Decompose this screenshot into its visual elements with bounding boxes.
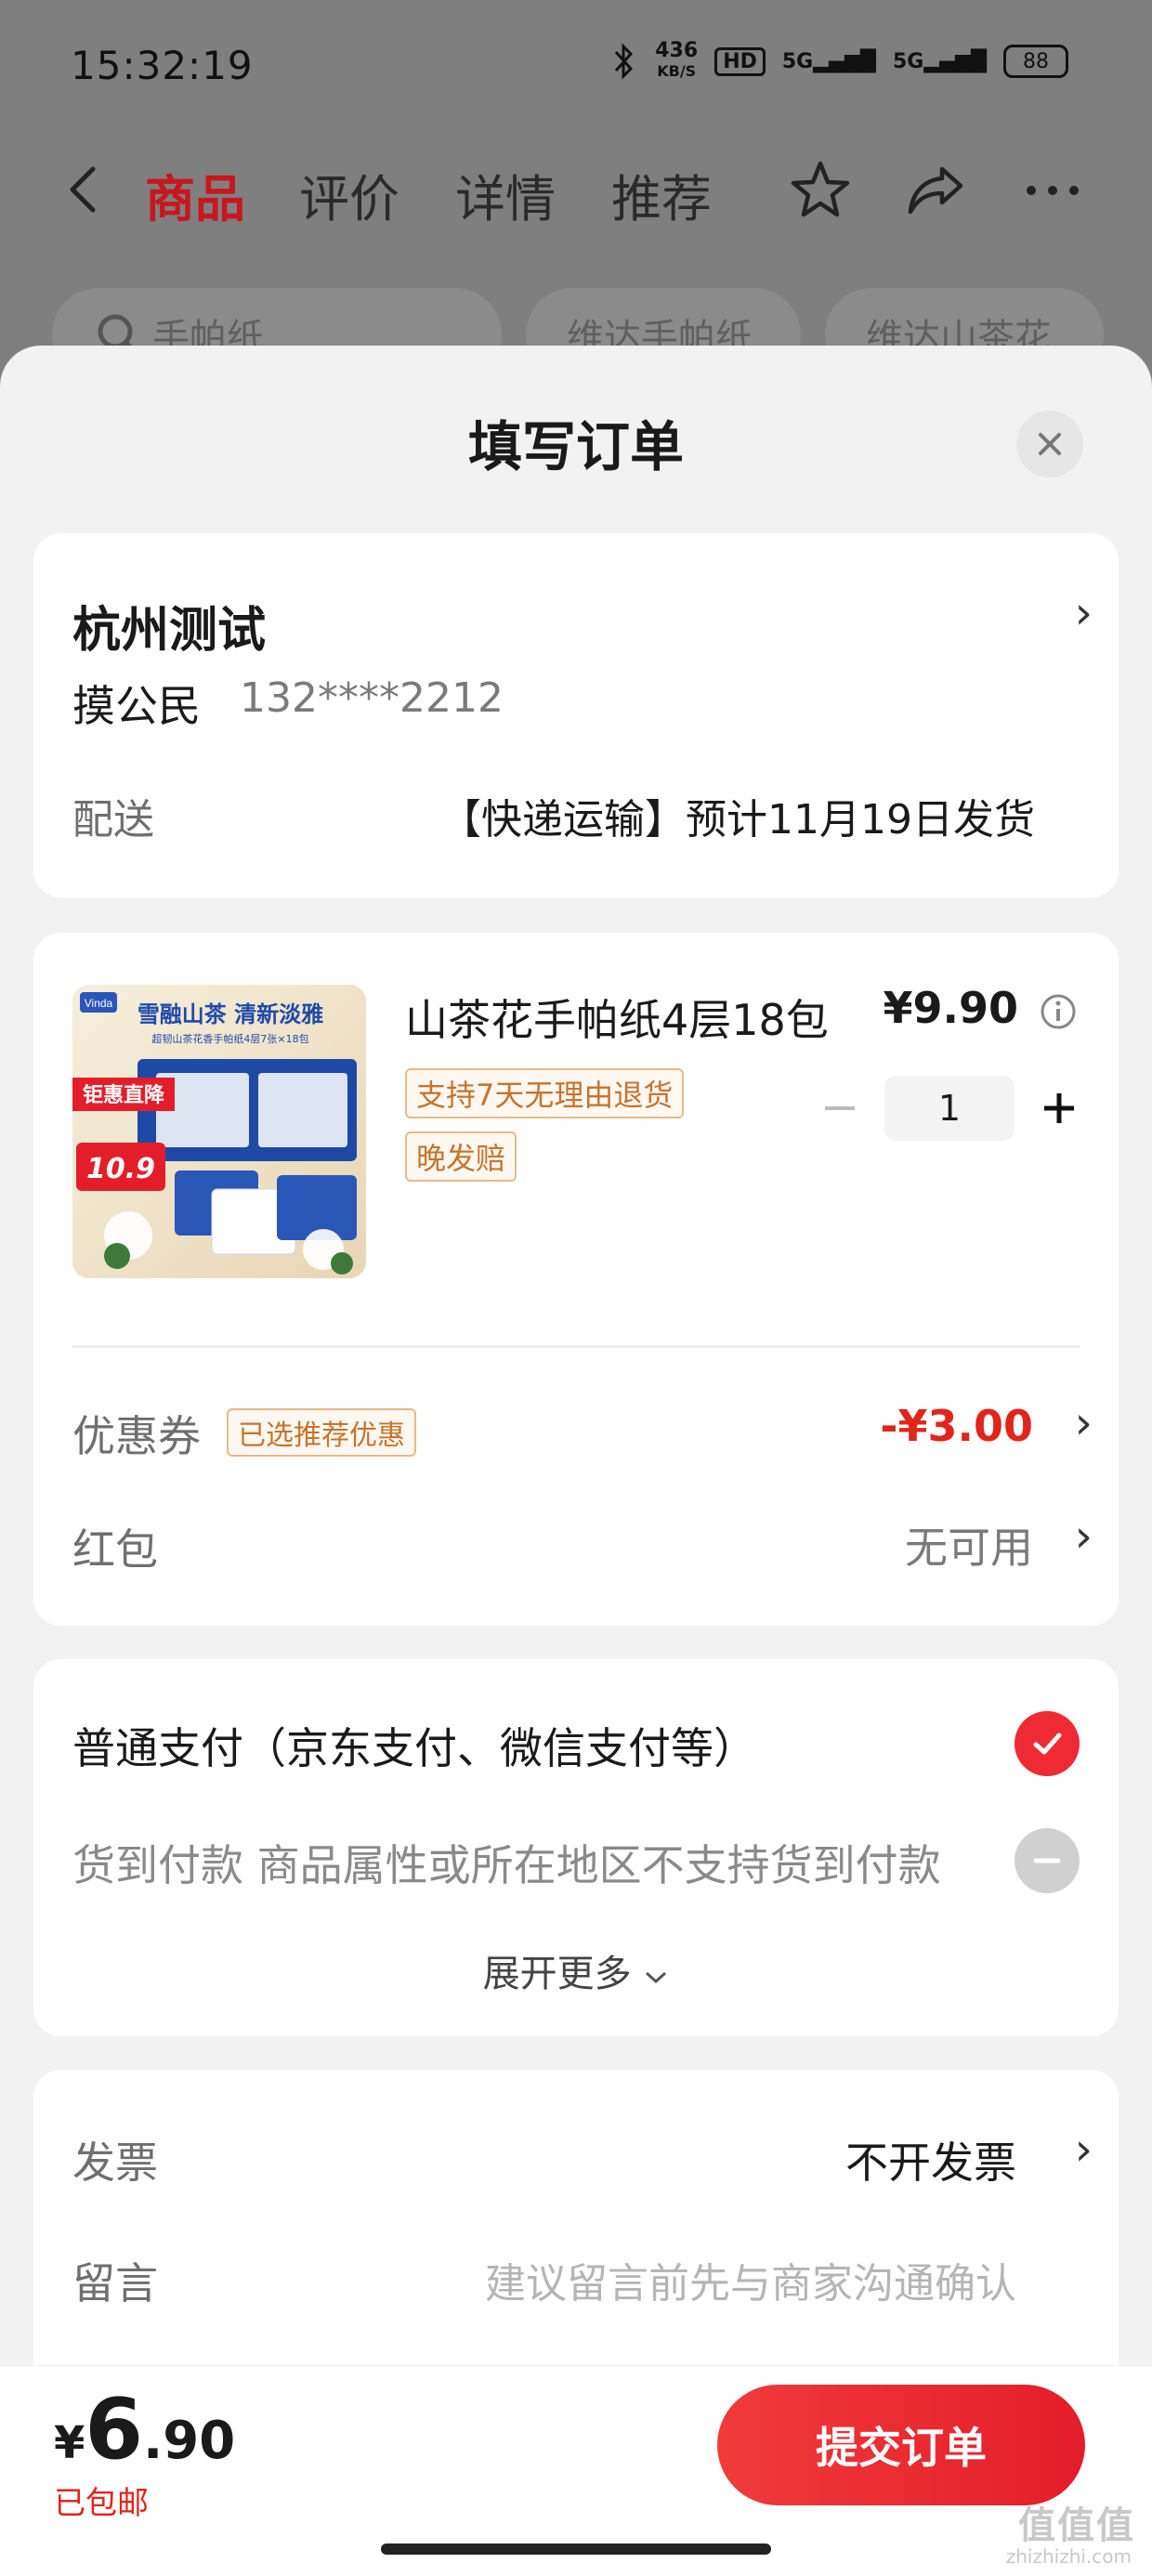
chevron-right-icon[interactable]: › (1075, 1510, 1093, 1563)
product-image[interactable]: Vinda 雪融山茶 清新淡雅 超韧山茶花香手帕纸4层7张×18包 钜惠直降 1… (72, 985, 366, 1278)
check-icon (1033, 1733, 1062, 1755)
submit-order-button[interactable]: 提交订单 (717, 2385, 1085, 2505)
chevron-down-icon (646, 1971, 667, 1984)
expand-more-button[interactable]: 展开更多 (33, 1943, 1119, 1997)
tab-recommend[interactable]: 推荐 (611, 158, 712, 231)
product-price: ¥9.90 (883, 983, 1018, 1033)
watermark: 值值值 (1018, 2504, 1135, 2547)
disabled-radio (1015, 1828, 1080, 1893)
invoice-label: 发票 (72, 2138, 158, 2188)
payment-option-cod: 货到付款 商品属性或所在地区不支持货到付款 (72, 1840, 941, 1890)
shipping-value[interactable]: 【快递运输】预计11月19日发货 (440, 786, 1035, 845)
product-card: Vinda 雪融山茶 清新淡雅 超韧山茶花香手帕纸4层7张×18包 钜惠直降 1… (33, 933, 1119, 1626)
bluetooth-icon (615, 43, 634, 80)
svg-text:钜惠直降: 钜惠直降 (83, 1083, 165, 1107)
redpacket-value[interactable]: 无可用 (905, 1514, 1033, 1576)
minus-icon[interactable] (821, 1090, 858, 1127)
payment-card: 普通支付（京东支付、微信支付等） 货到付款 商品属性或所在地区不支持货到付款 展… (33, 1659, 1119, 2036)
svg-text:10.9: 10.9 (86, 1153, 155, 1185)
order-sheet: 填写订单 杭州测试 › 摸公民 132****2212 配送 【快递运输】预计1… (0, 346, 1152, 2575)
recipient-phone: 132****2212 (240, 674, 504, 722)
late-delivery-tag: 晚发赔 (405, 1131, 517, 1182)
signal-icon: 5G▂▄▆█ (781, 49, 876, 73)
free-shipping-note: 已包邮 (54, 2485, 149, 2522)
network-speed: 436 KB/S (655, 39, 699, 81)
coupon-tag: 已选推荐优惠 (227, 1408, 416, 1457)
close-icon (1039, 433, 1061, 455)
recipient-name: 摸公民 (72, 681, 201, 731)
chevron-right-icon: › (1074, 587, 1093, 639)
quantity-field[interactable]: 1 (884, 1076, 1015, 1141)
product-image-art: Vinda 雪融山茶 清新淡雅 超韧山茶花香手帕纸4层7张×18包 钜惠直降 1… (72, 985, 366, 1278)
quantity-stepper: 1 (821, 1076, 1078, 1141)
invoice-value[interactable]: 不开发票 (845, 2129, 1016, 2190)
home-indicator[interactable] (381, 2543, 771, 2555)
share-icon[interactable] (901, 156, 970, 225)
battery-icon: 88 (1003, 45, 1068, 78)
back-arrow-icon[interactable] (58, 162, 113, 217)
tab-reviews[interactable]: 评价 (299, 158, 399, 231)
tab-details[interactable]: 详情 (455, 158, 556, 231)
more-icon[interactable] (1018, 156, 1087, 225)
divider (72, 1345, 1080, 1348)
info-icon[interactable] (1039, 992, 1078, 1031)
address-card[interactable]: 杭州测试 › 摸公民 132****2212 配送 【快递运输】预计11月19日… (33, 533, 1119, 897)
close-button[interactable] (1016, 411, 1083, 477)
sheet-title: 填写订单 (467, 415, 684, 478)
svg-text:超韧山茶花香手帕纸4层7张×18包: 超韧山茶花香手帕纸4层7张×18包 (151, 1032, 308, 1045)
signal-icon-2: 5G▂▄▆█ (892, 49, 987, 73)
coupon-label: 优惠券 (72, 1411, 201, 1461)
chevron-right-icon[interactable]: › (1075, 2124, 1093, 2176)
return-policy-tag: 支持7天无理由退货 (405, 1068, 685, 1118)
order-total: ¥6.90 (54, 2381, 236, 2478)
checked-radio[interactable] (1015, 1711, 1080, 1776)
shipping-label: 配送 (72, 796, 154, 843)
message-label: 留言 (72, 2258, 158, 2308)
minus-icon (1033, 1858, 1061, 1863)
plus-icon[interactable] (1041, 1090, 1078, 1127)
star-icon[interactable] (786, 156, 855, 225)
product-nav: 商品 评价 详情 推荐 (0, 139, 1152, 242)
coupon-value[interactable]: -¥3.00 (880, 1401, 1033, 1451)
chevron-right-icon[interactable]: › (1075, 1397, 1093, 1449)
address-name: 杭州测试 (72, 603, 267, 659)
watermark-url: zhizhizhi.com (1005, 2545, 1132, 2568)
redpacket-label: 红包 (72, 1524, 158, 1575)
payment-option-standard[interactable]: 普通支付（京东支付、微信支付等） (72, 1715, 756, 1776)
status-bar: 15:32:19 436 KB/S HD 5G▂▄▆█ 5G▂▄▆█ 88 (0, 0, 1152, 139)
svg-text:雪融山茶 清新淡雅: 雪融山茶 清新淡雅 (137, 1001, 323, 1027)
svg-text:Vinda: Vinda (85, 997, 113, 1010)
tab-product[interactable]: 商品 (145, 158, 245, 231)
status-time: 15:32:19 (71, 43, 254, 88)
hd-icon: HD (714, 46, 766, 76)
product-name[interactable]: 山茶花手帕纸4层18包 (405, 987, 829, 1048)
status-icons: 436 KB/S HD 5G▂▄▆█ 5G▂▄▆█ 88 (610, 41, 1068, 82)
message-input[interactable]: 建议留言前先与商家沟通确认 (485, 2250, 1016, 2309)
